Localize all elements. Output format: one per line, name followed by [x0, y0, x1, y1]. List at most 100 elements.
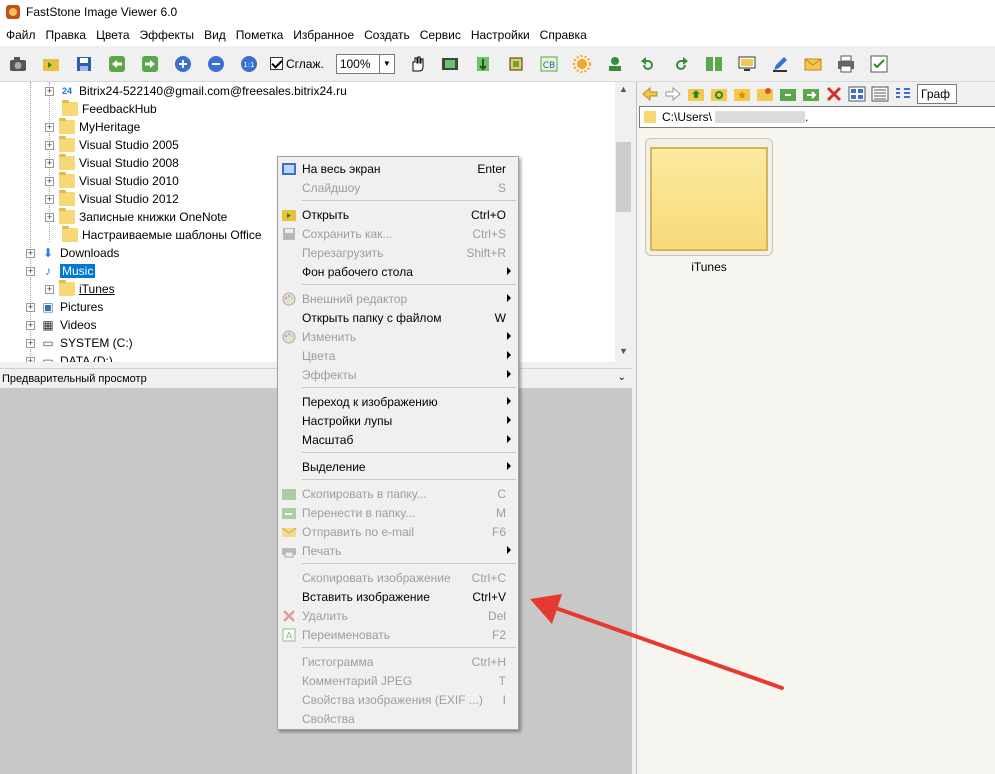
tree-item[interactable]: + Visual Studio 2010	[45, 172, 179, 190]
forward-button[interactable]	[664, 85, 682, 103]
tree-item[interactable]: + ▭ SYSTEM (C:)	[26, 334, 133, 352]
context-menu-item[interactable]: Перезагрузить Shift+R	[278, 243, 518, 262]
menu-settings[interactable]: Настройки	[466, 24, 535, 46]
crop-button[interactable]	[504, 52, 528, 76]
context-menu-item[interactable]: Отправить по e-mail F6	[278, 522, 518, 541]
next-button[interactable]	[138, 52, 162, 76]
context-menu-item[interactable]: Масштаб	[278, 430, 518, 449]
scroll-up-icon[interactable]: ▲	[619, 84, 628, 94]
expand-plus-icon[interactable]: +	[45, 212, 54, 222]
expand-plus-icon[interactable]: +	[45, 176, 54, 186]
tree-item[interactable]: + Записные книжки OneNote	[45, 208, 227, 226]
expand-plus-icon[interactable]: +	[45, 158, 54, 168]
tree-item[interactable]: +24 Bitrix24-522140@gmail.com@freesales.b…	[45, 82, 347, 100]
thumbnails-view-button[interactable]	[848, 85, 866, 103]
menu-effects[interactable]: Эффекты	[135, 24, 200, 46]
context-menu-item[interactable]: Изменить	[278, 327, 518, 346]
context-menu-item[interactable]: Внешний редактор	[278, 289, 518, 308]
brightness-button[interactable]	[570, 52, 594, 76]
expand-plus-icon[interactable]: +	[26, 302, 35, 312]
menu-edit[interactable]: Правка	[41, 24, 92, 46]
email-button[interactable]	[801, 52, 825, 76]
actual-size-button[interactable]: 1:1	[237, 52, 261, 76]
tree-scrollbar[interactable]: ▲ ▼	[615, 82, 632, 362]
open-button[interactable]	[39, 52, 63, 76]
tree-item[interactable]: + ▣ Pictures	[26, 298, 103, 316]
context-menu-item[interactable]: Свойства изображения (EXIF ...) I	[278, 690, 518, 709]
sort-button[interactable]	[471, 52, 495, 76]
chevron-down-icon[interactable]: ▼	[379, 53, 395, 74]
refresh-button[interactable]	[710, 85, 728, 103]
view-select[interactable]: Граф	[917, 84, 957, 104]
context-menu-item[interactable]: Вставить изображение Ctrl+V	[278, 587, 518, 606]
menu-create[interactable]: Создать	[359, 24, 415, 46]
expand-plus-icon[interactable]: +	[26, 266, 35, 276]
context-menu-item[interactable]: Комментарий JPEG T	[278, 671, 518, 690]
details-view-button[interactable]	[871, 85, 889, 103]
expand-plus-icon[interactable]: +	[45, 284, 54, 294]
context-menu-item[interactable]: Сохранить как... Ctrl+S	[278, 224, 518, 243]
zoom-value[interactable]: 100%	[335, 53, 380, 74]
tree-item[interactable]: + ♪ Music	[26, 262, 96, 280]
smooth-checkbox[interactable]: Сглаж.	[270, 57, 324, 71]
back-button[interactable]	[641, 85, 659, 103]
tree-scrollbar-thumb[interactable]	[616, 142, 631, 212]
compare-button[interactable]	[702, 52, 726, 76]
context-menu-item[interactable]: Настройки лупы	[278, 411, 518, 430]
smooth-checkbox-box[interactable]	[270, 57, 283, 70]
zoom-out-button[interactable]	[204, 52, 228, 76]
context-menu-item[interactable]: Скопировать в папку... C	[278, 484, 518, 503]
expand-plus-icon[interactable]: +	[45, 194, 54, 204]
wallpaper-button[interactable]	[735, 52, 759, 76]
context-menu-item[interactable]: На весь экран Enter	[278, 159, 518, 178]
thumbnail-label[interactable]: iTunes	[645, 260, 773, 274]
scroll-down-icon[interactable]: ▼	[619, 346, 628, 356]
thumbnail-card[interactable]	[645, 138, 773, 256]
zoom-select[interactable]: 100% ▼	[335, 53, 395, 74]
context-menu-item[interactable]: Скопировать изображение Ctrl+C	[278, 568, 518, 587]
move-to-button[interactable]	[802, 85, 820, 103]
rotate-left-button[interactable]	[636, 52, 660, 76]
tree-item[interactable]: + ⬇ Downloads	[26, 244, 119, 262]
favorite-button[interactable]	[733, 85, 751, 103]
tree-item[interactable]: + Visual Studio 2012	[45, 190, 179, 208]
stamp-button[interactable]	[603, 52, 627, 76]
context-menu-item[interactable]: Открыть папку с файлом W	[278, 308, 518, 327]
tree-item[interactable]: FeedbackHub	[48, 100, 157, 118]
delete-button[interactable]	[825, 85, 843, 103]
context-menu-item[interactable]: Открыть Ctrl+O	[278, 205, 518, 224]
context-menu-item[interactable]: Эффекты	[278, 365, 518, 384]
draw-button[interactable]	[768, 52, 792, 76]
expand-plus-icon[interactable]: +	[26, 356, 35, 362]
menu-favorites[interactable]: Избранное	[288, 24, 359, 46]
copy-to-button[interactable]	[779, 85, 797, 103]
context-menu-item[interactable]: Переход к изображению	[278, 392, 518, 411]
new-folder-button[interactable]	[756, 85, 774, 103]
menu-file[interactable]: Файл	[1, 24, 41, 46]
tree-item[interactable]: Настраиваемые шаблоны Office	[48, 226, 262, 244]
context-menu-item[interactable]: Перенести в папку... M	[278, 503, 518, 522]
expand-plus-icon[interactable]: +	[45, 122, 54, 132]
expand-plus-icon[interactable]: +	[45, 86, 54, 96]
tree-item[interactable]: + ▦ Videos	[26, 316, 96, 334]
expand-plus-icon[interactable]: +	[26, 320, 35, 330]
capture-button[interactable]	[6, 52, 30, 76]
menu-view[interactable]: Вид	[199, 24, 231, 46]
expand-plus-icon[interactable]: +	[45, 140, 54, 150]
cb-button[interactable]: CB	[537, 52, 561, 76]
context-menu-item[interactable]: Печать	[278, 541, 518, 560]
context-menu-item[interactable]: Цвета	[278, 346, 518, 365]
list-view-button[interactable]	[894, 85, 912, 103]
print-button[interactable]	[834, 52, 858, 76]
expand-plus-icon[interactable]: +	[26, 338, 35, 348]
tree-item[interactable]: + MyHeritage	[45, 118, 140, 136]
context-menu-item[interactable]: Фон рабочего стола	[278, 262, 518, 281]
tree-item[interactable]: + Visual Studio 2008	[45, 154, 179, 172]
path-bar[interactable]: C:\Users\ .	[639, 106, 995, 128]
context-menu-item[interactable]: Слайдшоу S	[278, 178, 518, 197]
prev-button[interactable]	[105, 52, 129, 76]
context-menu-item[interactable]: Удалить Del	[278, 606, 518, 625]
hand-tool-button[interactable]	[405, 52, 429, 76]
context-menu-item[interactable]: Выделение	[278, 457, 518, 476]
tree-item[interactable]: + iTunes	[45, 280, 115, 298]
